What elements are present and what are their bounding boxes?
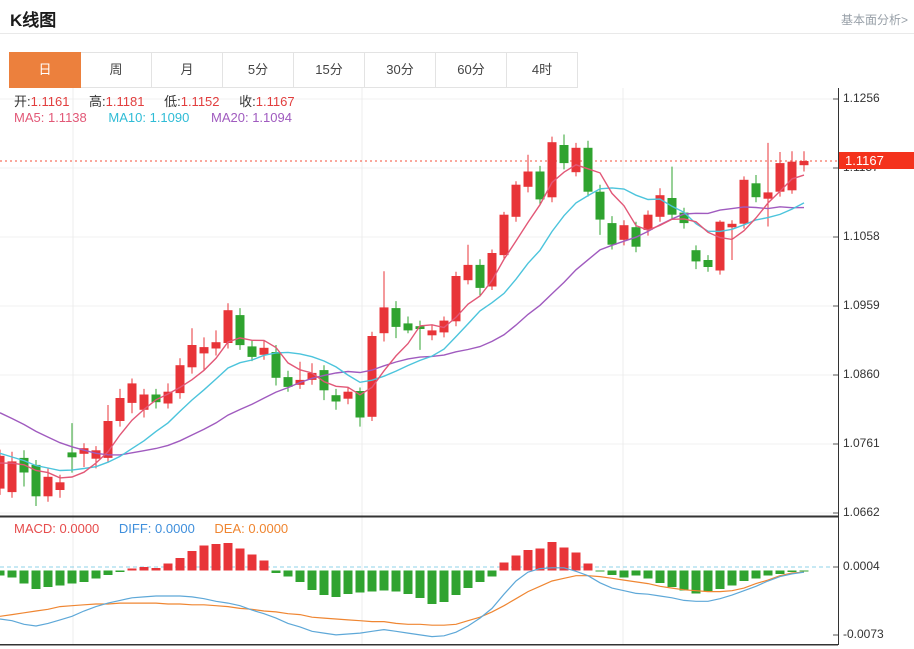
gridlines [0,88,838,644]
ma10-line [0,188,804,471]
diff-value: DIFF: 0.0000 [119,521,195,536]
tab-4时[interactable]: 4时 [506,52,578,88]
macd-axis-label: -0.0073 [843,627,884,641]
price-axis-label: 1.0860 [843,367,880,381]
ma-legend: MA5: 1.1138 MA10: 1.1090 MA20: 1.1094 [14,110,310,125]
macd-histogram [0,542,809,604]
current-price-tag: 1.1167 [839,152,914,169]
price-axis-label: 1.0761 [843,436,880,450]
period-tab-bar: 日周月5分15分30分60分4时 [10,52,578,88]
tab-日[interactable]: 日 [9,52,81,88]
open-value: 开:1.1161 [14,94,69,109]
ohlc-legend: 开:1.1161 高:1.1181 低:1.1152 收:1.1167 [14,91,311,110]
high-value: 高:1.1181 [89,94,144,109]
price-axis-label: 1.1058 [843,229,880,243]
close-value: 收:1.1167 [239,94,294,109]
price-axis-label: 1.0959 [843,298,880,312]
header-divider [0,33,914,34]
tab-5分[interactable]: 5分 [222,52,294,88]
tab-周[interactable]: 周 [80,52,152,88]
ma10-value: MA10: 1.1090 [108,110,189,125]
ma5-value: MA5: 1.1138 [14,110,87,125]
dea-value: DEA: 0.0000 [214,521,288,536]
price-axis-label: 1.1256 [843,91,880,105]
macd-value: MACD: 0.0000 [14,521,99,536]
tab-月[interactable]: 月 [151,52,223,88]
tab-30分[interactable]: 30分 [364,52,436,88]
fundamental-analysis-link[interactable]: 基本面分析> [841,11,908,28]
macd-legend: MACD: 0.0000 DIFF: 0.0000 DEA: 0.0000 [14,521,304,536]
low-value: 低:1.1152 [164,94,219,109]
tab-60分[interactable]: 60分 [435,52,507,88]
macd-axis-label: 0.0004 [843,559,880,573]
candles [0,135,809,507]
page-title: K线图 [10,6,56,31]
axes [0,88,839,645]
price-axis-label: 1.0662 [843,505,880,519]
tab-15分[interactable]: 15分 [293,52,365,88]
ma20-value: MA20: 1.1094 [211,110,292,125]
